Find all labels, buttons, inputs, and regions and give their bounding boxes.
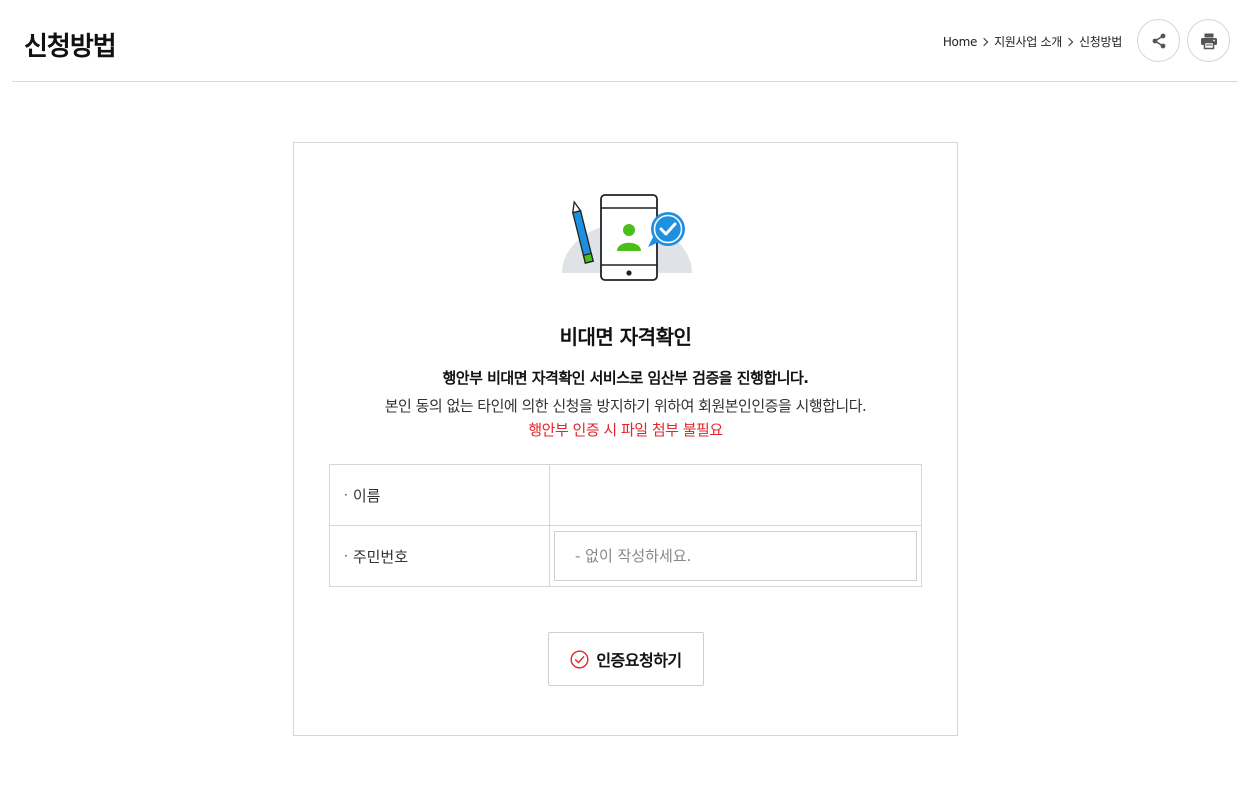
bullet-icon: ·	[344, 488, 348, 502]
breadcrumb-home[interactable]: Home	[943, 35, 978, 49]
print-icon	[1200, 33, 1217, 49]
page-header: 신청방법 Home 지원사업 소개 신청방법	[12, 0, 1238, 82]
breadcrumb-item-current: 신청방법	[1079, 35, 1122, 49]
phone-verify-illustration	[562, 194, 692, 281]
bullet-icon: ·	[344, 549, 348, 563]
ssn-field-cell	[550, 526, 921, 586]
ssn-input[interactable]	[554, 531, 917, 581]
form-row-name: · 이름	[329, 465, 922, 526]
form-row-ssn: · 주민번호	[329, 526, 922, 587]
verification-form: · 이름 · 주민번호	[329, 464, 922, 587]
description: 본인 동의 없는 타인에 의한 신청을 방지하기 위하여 회원본인인증을 시행합…	[384, 397, 867, 415]
name-label: · 이름	[330, 465, 550, 525]
description-bold: 행안부 비대면 자격확인 서비스로 임산부 검증을 진행합니다.	[442, 369, 809, 387]
name-value	[550, 465, 921, 525]
chevron-right-icon	[1064, 37, 1074, 46]
verification-card: 비대면 자격확인 행안부 비대면 자격확인 서비스로 임산부 검증을 진행합니다…	[293, 142, 958, 736]
check-circle-icon	[570, 649, 589, 669]
name-label-text: 이름	[352, 486, 381, 505]
breadcrumb-item-about[interactable]: 지원사업 소개	[994, 33, 1062, 50]
ssn-label-text: 주민번호	[352, 547, 409, 566]
chevron-right-icon	[979, 37, 989, 46]
ssn-label: · 주민번호	[330, 526, 550, 586]
breadcrumb: Home 지원사업 소개 신청방법	[943, 33, 1122, 50]
notice-text: 행안부 인증 시 파일 첨부 불필요	[528, 421, 723, 439]
print-button[interactable]	[1187, 19, 1230, 62]
card-title: 비대면 자격확인	[559, 325, 692, 349]
share-icon	[1152, 33, 1165, 48]
page-title: 신청방법	[24, 32, 117, 62]
request-verification-label: 인증요청하기	[596, 651, 682, 670]
share-button[interactable]	[1137, 19, 1180, 62]
request-verification-button[interactable]: 인증요청하기	[548, 632, 704, 686]
